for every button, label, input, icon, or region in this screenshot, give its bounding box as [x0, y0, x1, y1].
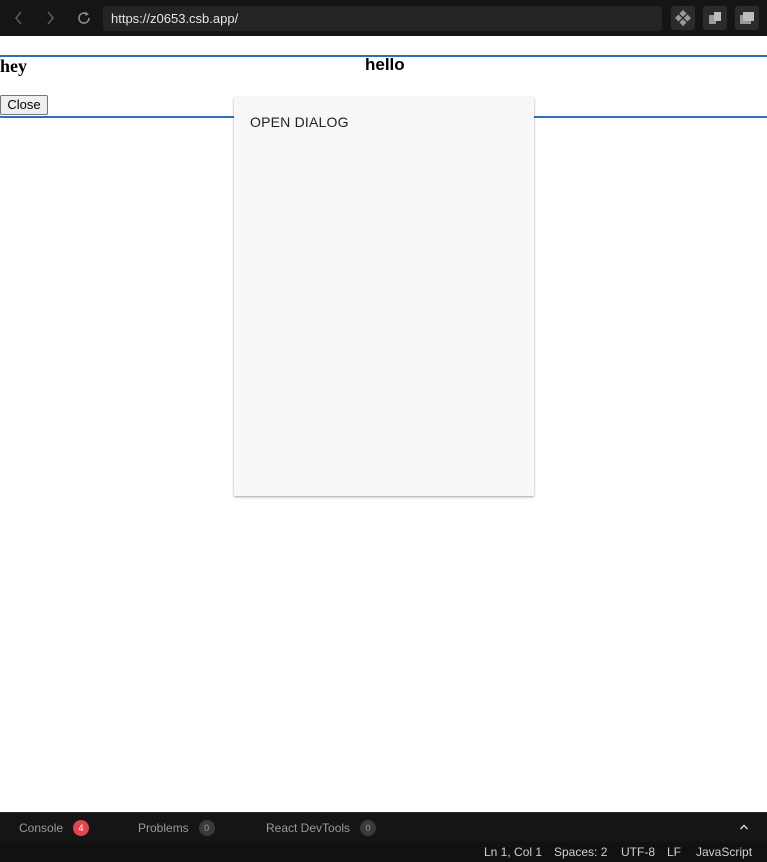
tab-react-devtools[interactable]: React DevTools 0 — [266, 813, 377, 842]
indentation[interactable]: Spaces: 2 — [554, 842, 607, 862]
reload-button[interactable] — [74, 8, 94, 28]
cursor-position[interactable]: Ln 1, Col 1 — [484, 842, 542, 862]
panel-collapse-button[interactable] — [736, 819, 752, 835]
drawer-panel: OPEN DIALOG — [234, 97, 534, 496]
url-bar[interactable]: https://z0653.csb.app/ — [103, 6, 662, 31]
heading-hey: hey — [0, 56, 27, 76]
react-devtools-count-badge: 0 — [360, 819, 377, 836]
problems-count-badge: 0 — [198, 819, 215, 836]
tab-problems-label: Problems — [138, 820, 189, 835]
chevron-left-icon — [14, 11, 22, 25]
copy-icon — [709, 12, 721, 24]
open-dialog-button[interactable]: OPEN DIALOG — [250, 114, 349, 130]
tab-console-label: Console — [19, 820, 64, 835]
heading-hello: hello — [365, 55, 405, 74]
devtools-tabbar: Console 4 Problems 0 React DevTools 0 — [0, 812, 767, 842]
chevron-up-icon — [739, 824, 749, 830]
console-count-badge: 4 — [73, 819, 90, 836]
tab-react-devtools-label: React DevTools — [266, 820, 351, 835]
close-button[interactable]: Close — [0, 95, 48, 115]
tab-console[interactable]: Console 4 — [19, 813, 90, 842]
line-ending[interactable]: LF — [667, 842, 681, 862]
status-bar: Ln 1, Col 1 Spaces: 2 UTF-8 LF JavaScrip… — [0, 842, 767, 862]
extensions-button[interactable] — [671, 6, 695, 30]
language-mode[interactable]: JavaScript — [696, 842, 752, 862]
file-encoding[interactable]: UTF-8 — [621, 842, 655, 862]
chevron-right-icon — [47, 11, 55, 25]
back-button[interactable] — [9, 8, 29, 28]
window-button[interactable] — [735, 6, 759, 30]
forward-button[interactable] — [40, 8, 60, 28]
tab-problems[interactable]: Problems 0 — [138, 813, 215, 842]
extensions-icon — [675, 10, 691, 26]
window-icon — [740, 12, 754, 24]
reload-icon — [78, 11, 90, 24]
copy-button[interactable] — [703, 6, 727, 30]
browser-toolbar: https://z0653.csb.app/ — [0, 0, 767, 36]
